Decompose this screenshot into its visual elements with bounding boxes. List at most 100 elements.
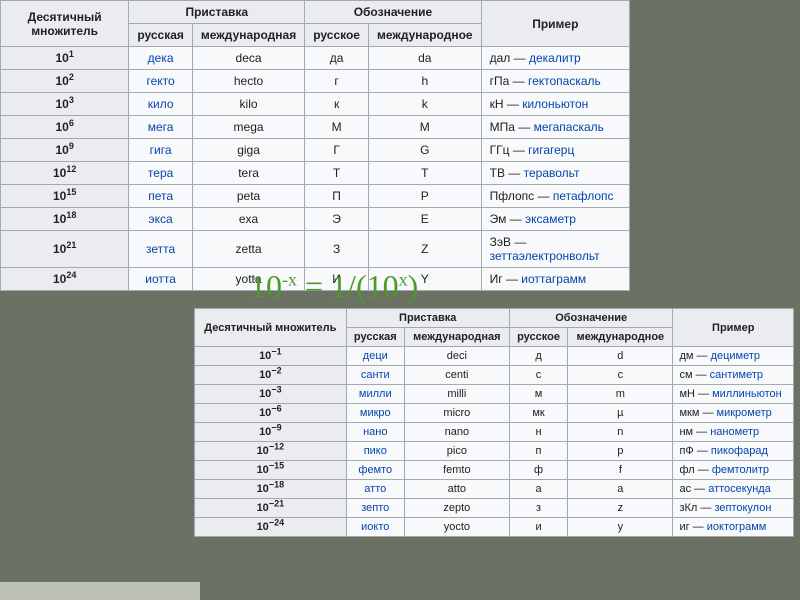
russian-symbol-cell: и — [509, 518, 567, 537]
prefix-link[interactable]: кило — [148, 97, 174, 111]
example-cell: ас — аттосекунда — [673, 480, 794, 499]
intl-prefix-cell: centi — [404, 366, 509, 385]
example-link[interactable]: зеттаэлектронвольт — [490, 249, 600, 263]
intl-prefix-cell: micro — [404, 404, 509, 423]
intl-symbol-cell: h — [368, 70, 481, 93]
prefix-link[interactable]: зепто — [361, 502, 389, 514]
example-link[interactable]: декалитр — [529, 51, 581, 65]
example-cell: Эм — эксаметр — [481, 208, 629, 231]
russian-prefix-cell: иокто — [346, 518, 404, 537]
example-link[interactable]: петафлопс — [553, 189, 614, 203]
example-link[interactable]: зептокулон — [714, 502, 771, 514]
russian-prefix-cell: деци — [346, 347, 404, 366]
example-link[interactable]: гектопаскаль — [528, 74, 601, 88]
intl-prefix-cell: deci — [404, 347, 509, 366]
table-row: 109гигаgigaГGГГц — гигагерц — [1, 139, 630, 162]
russian-symbol-cell: м — [509, 385, 567, 404]
example-link[interactable]: микрометр — [717, 407, 772, 419]
example-cell: кН — килоньютон — [481, 93, 629, 116]
table-row: 102гектоhectoгhгПа — гектопаскаль — [1, 70, 630, 93]
prefix-link[interactable]: экса — [149, 212, 173, 226]
prefix-link[interactable]: нано — [363, 426, 387, 438]
example-link[interactable]: нанометр — [710, 426, 759, 438]
table-row: 1018эксаexaЭEЭм — эксаметр — [1, 208, 630, 231]
intl-prefix-cell: zepto — [404, 499, 509, 518]
russian-symbol-cell: з — [509, 499, 567, 518]
example-cell: пФ — пикофарад — [673, 442, 794, 461]
prefix-link[interactable]: милли — [359, 388, 392, 400]
si-prefix-table-negative: Десятичный множитель Приставка Обозначен… — [194, 308, 794, 537]
col-international-short: международное — [368, 24, 481, 47]
table-row: 10−24иоктоyoctoиyиг — иоктограмм — [195, 518, 794, 537]
russian-prefix-cell: мега — [129, 116, 193, 139]
prefix-link[interactable]: гекто — [147, 74, 175, 88]
russian-prefix-cell: иотта — [129, 268, 193, 291]
prefix-link[interactable]: микро — [360, 407, 391, 419]
prefix-link[interactable]: фемто — [358, 464, 392, 476]
intl-symbol-cell: k — [368, 93, 481, 116]
multiplier-cell: 10−3 — [195, 385, 347, 404]
russian-symbol-cell: с — [509, 366, 567, 385]
russian-prefix-cell: зепто — [346, 499, 404, 518]
col-example: Пример — [673, 309, 794, 347]
col-russian-short: русское — [509, 328, 567, 347]
table-row: 10−18аттоattoаaас — аттосекунда — [195, 480, 794, 499]
example-link[interactable]: сантиметр — [710, 369, 763, 381]
prefix-link[interactable]: мега — [148, 120, 174, 134]
russian-symbol-cell: ф — [509, 461, 567, 480]
intl-prefix-cell: kilo — [192, 93, 304, 116]
example-link[interactable]: дециметр — [711, 350, 760, 362]
multiplier-cell: 10−18 — [195, 480, 347, 499]
prefix-link[interactable]: деци — [363, 350, 388, 362]
prefix-link[interactable]: иокто — [361, 521, 389, 533]
multiplier-cell: 1021 — [1, 231, 129, 268]
multiplier-cell: 10−2 — [195, 366, 347, 385]
multiplier-cell: 1015 — [1, 185, 129, 208]
multiplier-cell: 102 — [1, 70, 129, 93]
prefix-link[interactable]: дека — [148, 51, 174, 65]
prefix-link[interactable]: тера — [148, 166, 173, 180]
col-notation: Обозначение — [305, 1, 481, 24]
multiplier-cell: 101 — [1, 47, 129, 70]
example-cell: фл — фемтолитр — [673, 461, 794, 480]
prefix-link[interactable]: иотта — [145, 272, 176, 286]
example-cell: Пфлопс — петафлопс — [481, 185, 629, 208]
table-row: 101декаdecaдаdaдал — декалитр — [1, 47, 630, 70]
russian-symbol-cell: Т — [305, 162, 369, 185]
intl-symbol-cell: G — [368, 139, 481, 162]
col-russian-short: русское — [305, 24, 369, 47]
intl-prefix-cell: milli — [404, 385, 509, 404]
multiplier-cell: 1018 — [1, 208, 129, 231]
example-link[interactable]: мегапаскаль — [534, 120, 604, 134]
example-link[interactable]: аттосекунда — [708, 483, 771, 495]
intl-symbol-cell: p — [568, 442, 673, 461]
example-link[interactable]: иоктограмм — [707, 521, 767, 533]
russian-symbol-cell: а — [509, 480, 567, 499]
example-link[interactable]: гигагерц — [528, 143, 574, 157]
example-link[interactable]: килоньютон — [522, 97, 588, 111]
example-cell: мН — миллиньютон — [673, 385, 794, 404]
prefix-link[interactable]: пико — [364, 445, 387, 457]
russian-prefix-cell: санти — [346, 366, 404, 385]
col-prefix: Приставка — [129, 1, 305, 24]
intl-prefix-cell: exa — [192, 208, 304, 231]
prefix-link[interactable]: зетта — [146, 242, 175, 256]
col-russian: русская — [129, 24, 193, 47]
example-cell: нм — нанометр — [673, 423, 794, 442]
example-cell: ЗэВ — зеттаэлектронвольт — [481, 231, 629, 268]
prefix-link[interactable]: атто — [364, 483, 386, 495]
example-link[interactable]: миллиньютон — [712, 388, 782, 400]
example-link[interactable]: иоттаграмм — [521, 272, 586, 286]
example-link[interactable]: эксаметр — [525, 212, 576, 226]
col-notation: Обозначение — [509, 309, 673, 328]
example-link[interactable]: теравольт — [524, 166, 580, 180]
table-row: 10−6микроmicroмкµмкм — микрометр — [195, 404, 794, 423]
russian-prefix-cell: нано — [346, 423, 404, 442]
prefix-link[interactable]: гига — [150, 143, 172, 157]
example-link[interactable]: пикофарад — [711, 445, 768, 457]
russian-prefix-cell: гига — [129, 139, 193, 162]
example-link[interactable]: фемтолитр — [712, 464, 769, 476]
prefix-link[interactable]: пета — [148, 189, 173, 203]
intl-symbol-cell: c — [568, 366, 673, 385]
prefix-link[interactable]: санти — [361, 369, 390, 381]
